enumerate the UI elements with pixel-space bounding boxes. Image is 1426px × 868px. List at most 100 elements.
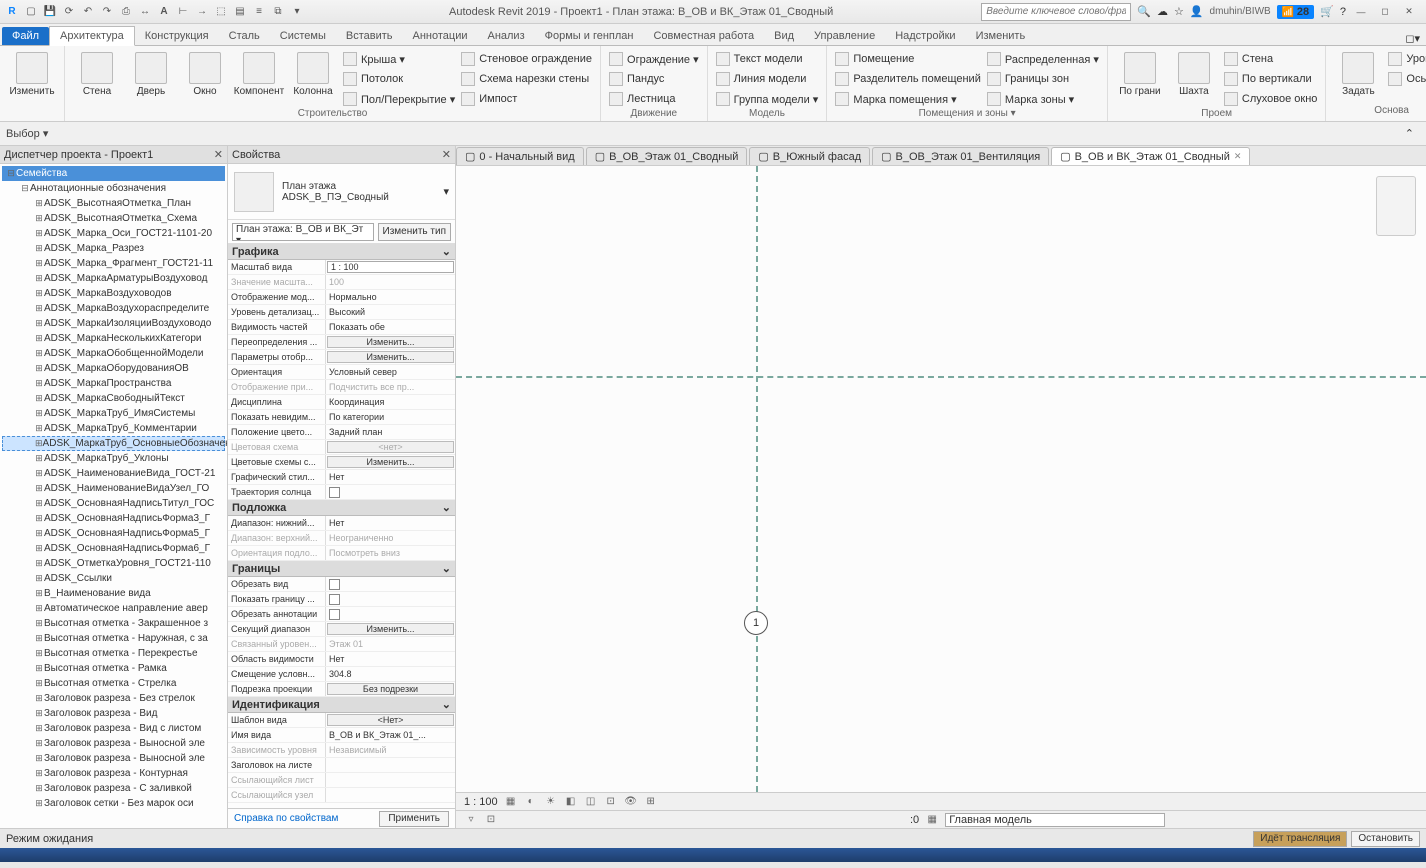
- property-row[interactable]: Шаблон вида<Нет>: [228, 713, 455, 728]
- property-row[interactable]: Подрезка проекцииБез подрезки: [228, 682, 455, 697]
- tree-node[interactable]: ⊞Высотная отметка - Рамка: [2, 661, 225, 676]
- property-value[interactable]: Независимый: [326, 743, 455, 757]
- property-row[interactable]: Область видимостиНет: [228, 652, 455, 667]
- align-icon[interactable]: →: [194, 4, 210, 20]
- checkbox[interactable]: [329, 579, 340, 590]
- property-row[interactable]: Отображение при...Подчистить все пр...: [228, 380, 455, 395]
- crop-icon[interactable]: ◫: [584, 795, 598, 809]
- ribbon-button[interactable]: Марка помещения ▾: [835, 90, 981, 108]
- tree-node[interactable]: ⊞Высотная отметка - Стрелка: [2, 676, 225, 691]
- property-row[interactable]: Ссылающийся лист: [228, 773, 455, 788]
- property-value[interactable]: Показать обе: [326, 320, 455, 334]
- property-value[interactable]: 100: [326, 275, 455, 289]
- sun-path-icon[interactable]: ☀: [544, 795, 558, 809]
- qat-dropdown-icon[interactable]: ▾: [289, 4, 305, 20]
- ribbon-button[interactable]: Стена: [73, 48, 121, 97]
- ribbon-button[interactable]: Стеновое ограждение: [461, 50, 592, 68]
- property-row[interactable]: Значение масшта...100: [228, 275, 455, 290]
- property-row[interactable]: Обрезать вид: [228, 577, 455, 592]
- tree-node[interactable]: ⊞Заголовок разреза - Контурная: [2, 766, 225, 781]
- close-button[interactable]: ✕: [1400, 5, 1418, 19]
- browser-tree[interactable]: ⊟Семейства⊟Аннотационные обозначения⊞ADS…: [0, 164, 227, 828]
- property-value[interactable]: Изменить...: [327, 336, 454, 348]
- dim-icon[interactable]: ⊢: [175, 4, 191, 20]
- measure-icon[interactable]: ↔: [137, 4, 153, 20]
- ribbon-button[interactable]: Задать: [1334, 48, 1382, 97]
- restore-button[interactable]: ◻: [1376, 5, 1394, 19]
- edit-type-button[interactable]: Изменить тип: [378, 223, 451, 241]
- property-value[interactable]: Задний план: [326, 425, 455, 439]
- selection-label[interactable]: Выбор ▾: [6, 127, 48, 140]
- print-icon[interactable]: ⎙: [118, 4, 134, 20]
- ribbon-button[interactable]: Помещение: [835, 50, 981, 68]
- ribbon-button[interactable]: Разделитель помещений: [835, 70, 981, 88]
- tree-node[interactable]: ⊞Заголовок разреза - Вид: [2, 706, 225, 721]
- ribbon-button[interactable]: Потолок: [343, 70, 455, 88]
- property-value[interactable]: Координация: [326, 395, 455, 409]
- ribbon-button[interactable]: Шахта: [1170, 48, 1218, 97]
- property-row[interactable]: Диапазон: нижний...Нет: [228, 516, 455, 531]
- property-row[interactable]: ДисциплинаКоординация: [228, 395, 455, 410]
- props-help-link[interactable]: Справка по свойствам: [234, 813, 338, 824]
- properties-grid[interactable]: Графика⌄Масштаб вида1 : 100Значение масш…: [228, 244, 455, 808]
- tree-node[interactable]: ⊞ADSK_МаркаПространства: [2, 376, 225, 391]
- property-row[interactable]: Цветовые схемы с...Изменить...: [228, 455, 455, 470]
- tree-node[interactable]: ⊞ADSK_МаркаВоздухораспределите: [2, 301, 225, 316]
- ribbon-button[interactable]: Стена: [1224, 50, 1318, 68]
- ribbon-tab[interactable]: Файл: [2, 27, 49, 45]
- user-icon[interactable]: 👤: [1190, 5, 1204, 18]
- view-scale[interactable]: 1 : 100: [464, 796, 498, 808]
- tree-node[interactable]: ⊞В_Наименование вида: [2, 586, 225, 601]
- tree-node[interactable]: ⊞ADSK_Марка_Разрез: [2, 241, 225, 256]
- tree-node-group[interactable]: ⊟Аннотационные обозначения: [2, 181, 225, 196]
- tree-node[interactable]: ⊞ADSK_Марка_Оси_ГОСТ21-1101-20: [2, 226, 225, 241]
- tree-node[interactable]: ⊞ADSK_НаименованиеВида_ГОСТ-21: [2, 466, 225, 481]
- navigation-cube[interactable]: [1376, 176, 1416, 236]
- section-icon[interactable]: ▤: [232, 4, 248, 20]
- tree-node[interactable]: ⊞ADSK_МаркаВоздуховодов: [2, 286, 225, 301]
- props-close-icon[interactable]: ✕: [442, 148, 451, 161]
- drawing-canvas[interactable]: 1: [456, 166, 1426, 792]
- ribbon-button[interactable]: Пандус: [609, 70, 699, 88]
- property-row[interactable]: Уровень детализац...Высокий: [228, 305, 455, 320]
- ribbon-button[interactable]: По вертикали: [1224, 70, 1318, 88]
- property-value[interactable]: Нормально: [326, 290, 455, 304]
- ribbon-button[interactable]: Ограждение ▾: [609, 50, 699, 68]
- tree-node[interactable]: ⊞ADSK_ВысотнаяОтметка_План: [2, 196, 225, 211]
- tree-node[interactable]: ⊞ADSK_МаркаТруб_Комментарии: [2, 421, 225, 436]
- property-value[interactable]: Подчистить все пр...: [326, 380, 455, 394]
- tree-node[interactable]: ⊞ADSK_ОсновнаяНадписьФорма6_Г: [2, 541, 225, 556]
- ribbon-button[interactable]: Марка зоны ▾: [987, 90, 1099, 108]
- tree-node[interactable]: ⊞ADSK_МаркаИзоляцииВоздуховодо: [2, 316, 225, 331]
- ribbon-tab[interactable]: Вид: [764, 27, 804, 45]
- property-value[interactable]: Высокий: [326, 305, 455, 319]
- sel-elements-icon[interactable]: ⊡: [484, 813, 498, 827]
- browser-close-icon[interactable]: ✕: [214, 148, 223, 161]
- worksets-icon[interactable]: ▦: [925, 813, 939, 827]
- star-icon[interactable]: ☆: [1174, 5, 1184, 18]
- thin-icon[interactable]: ≡: [251, 4, 267, 20]
- property-value[interactable]: Неограниченно: [326, 531, 455, 545]
- ribbon-tab[interactable]: Аннотации: [403, 27, 478, 45]
- open-icon[interactable]: ▢: [23, 4, 39, 20]
- property-row[interactable]: Заголовок на листе: [228, 758, 455, 773]
- sync-icon[interactable]: ⟳: [61, 4, 77, 20]
- help-icon[interactable]: ?: [1340, 6, 1346, 18]
- property-value[interactable]: Нет: [326, 652, 455, 666]
- ribbon-button[interactable]: Окно: [181, 48, 229, 97]
- ribbon-button[interactable]: Слуховое окно: [1224, 90, 1318, 108]
- checkbox[interactable]: [329, 594, 340, 605]
- options-minimize-icon[interactable]: ⌃: [1405, 127, 1414, 140]
- ribbon-button[interactable]: Текст модели: [716, 50, 819, 68]
- tree-node[interactable]: ⊞ADSK_ВысотнаяОтметка_Схема: [2, 211, 225, 226]
- tree-node[interactable]: ⊞Автоматическое направление авер: [2, 601, 225, 616]
- sel-filter-icon[interactable]: ▿: [464, 813, 478, 827]
- tree-node[interactable]: ⊞Заголовок разреза - Без стрелок: [2, 691, 225, 706]
- tree-node[interactable]: ⊞Заголовок разреза - Вид с листом: [2, 721, 225, 736]
- property-value[interactable]: <Нет>: [327, 714, 454, 726]
- tree-node[interactable]: ⊞ADSK_МаркаОбобщеннойМодели: [2, 346, 225, 361]
- grid-bubble[interactable]: 1: [744, 611, 768, 635]
- tree-node[interactable]: ⊞ADSK_ОсновнаяНадписьФорма5_Г: [2, 526, 225, 541]
- tree-node[interactable]: ⊞ADSK_МаркаОборудованияОВ: [2, 361, 225, 376]
- property-row[interactable]: Показать границу ...: [228, 592, 455, 607]
